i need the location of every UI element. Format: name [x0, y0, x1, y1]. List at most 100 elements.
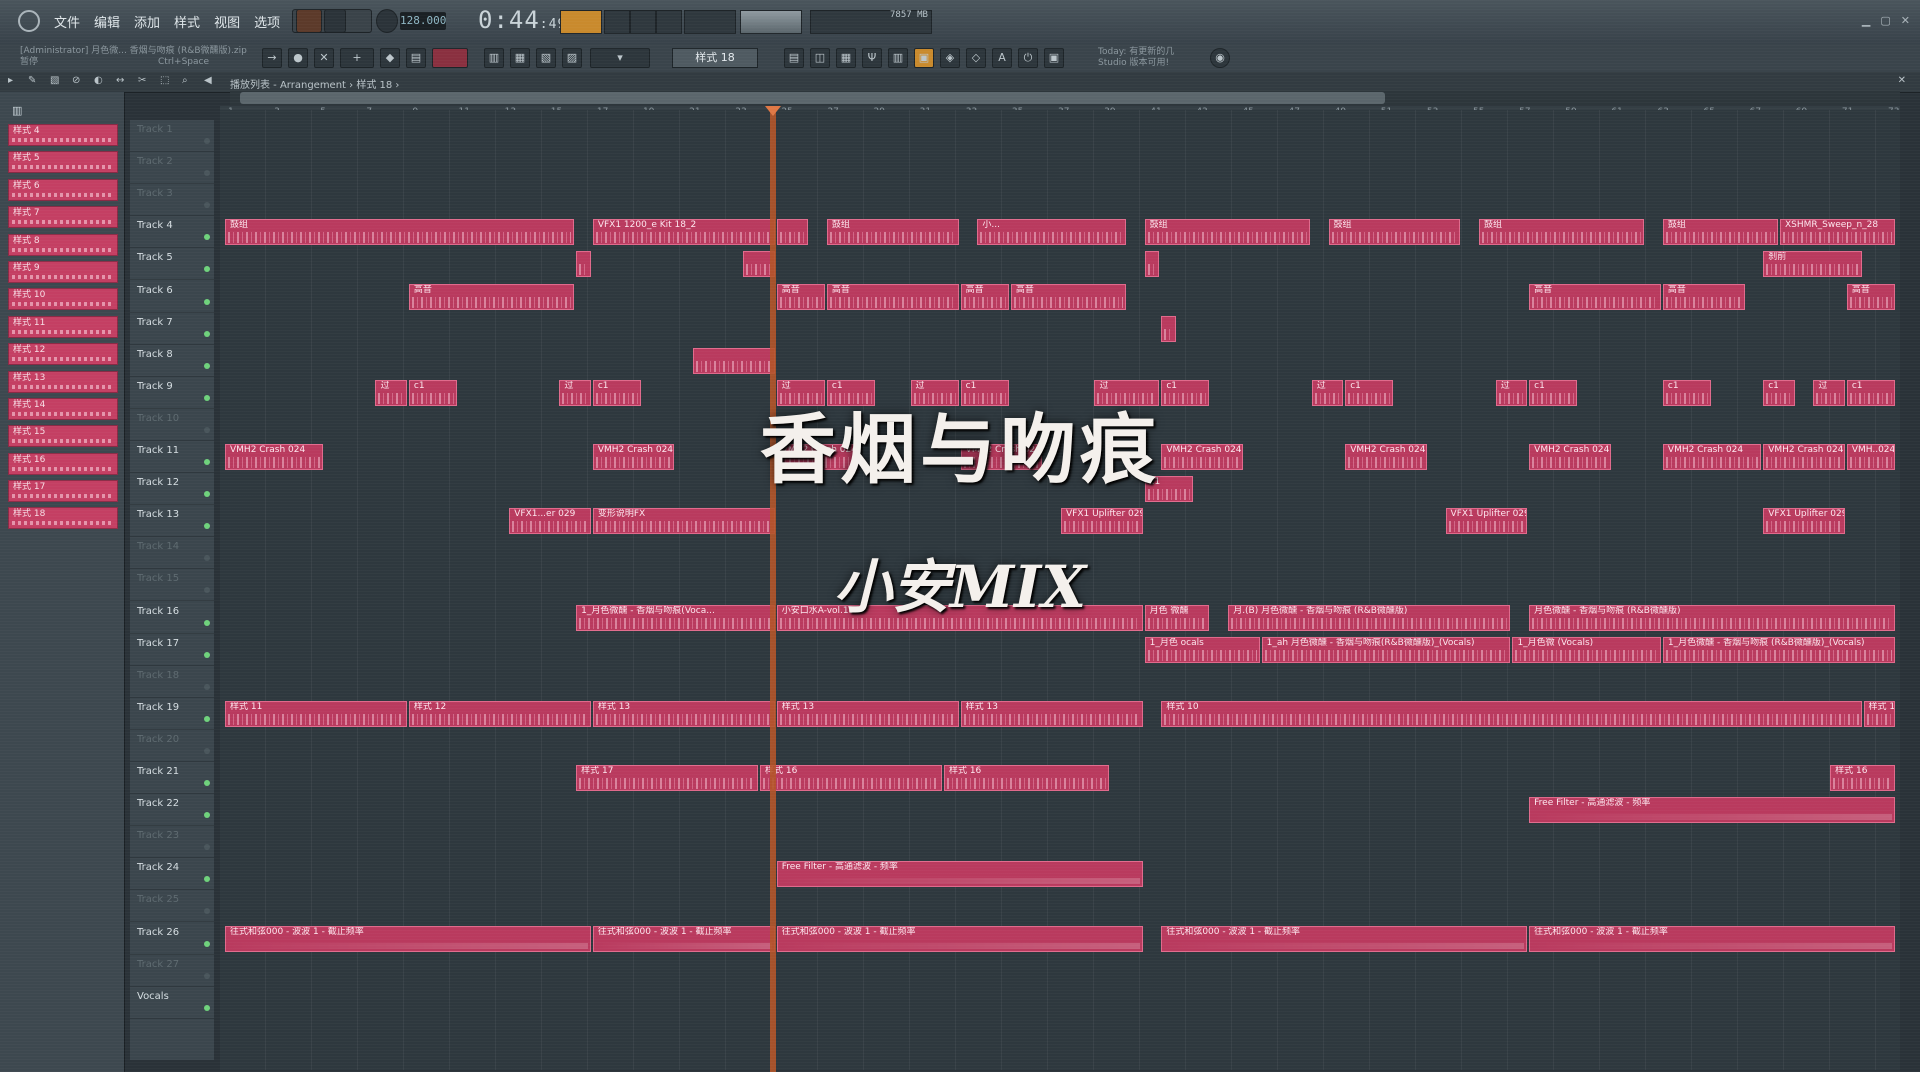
app-logo-icon[interactable] — [18, 10, 40, 32]
track-header[interactable]: Track 2 — [130, 152, 214, 185]
playlist-clip[interactable]: 样式 13 — [776, 700, 959, 727]
playlist-clip[interactable]: 鼓组 — [225, 219, 575, 246]
track-header[interactable]: Track 11 — [130, 441, 214, 473]
menu-file[interactable]: 文件 — [52, 12, 82, 31]
step-edit-button[interactable] — [604, 10, 630, 34]
playlist-clip[interactable]: 样式 13 — [592, 700, 775, 727]
track-mute-led-icon[interactable] — [204, 202, 210, 209]
playlist-clip[interactable]: 样式 16 — [760, 765, 942, 791]
playlist-clip[interactable]: VFX1 Uplifter 029 — [1061, 508, 1143, 535]
track-mute-led-icon[interactable] — [204, 138, 210, 144]
cut-icon[interactable]: ✕ — [314, 48, 334, 68]
track-header[interactable]: Track 6 — [130, 281, 214, 313]
track-header[interactable]: Track 24 — [130, 858, 214, 891]
playlist-clip[interactable]: 刹前 — [1763, 251, 1862, 278]
playback-tool-icon[interactable]: ◀ — [204, 75, 212, 86]
plugin-icon[interactable]: ◈ — [940, 48, 960, 68]
track-header[interactable]: Track 22 — [130, 794, 214, 827]
pattern-item[interactable]: 样式 6 — [8, 178, 118, 201]
track-mute-led-icon[interactable] — [204, 170, 210, 177]
playlist-clip[interactable]: 往式和弦000 - 波波 1 - 截止频率 — [592, 925, 775, 952]
draw-tool-icon[interactable]: ✎ — [28, 75, 36, 86]
save-icon[interactable]: ▣ — [1044, 48, 1064, 68]
playlist-clip[interactable]: VMH2 Crash 024 — [592, 444, 675, 470]
add-icon[interactable]: + — [340, 48, 374, 68]
eq-icon[interactable]: Ψ — [862, 48, 882, 68]
playlist-clip[interactable]: 高音 — [1846, 283, 1895, 310]
record-button[interactable] — [376, 9, 398, 33]
pattern-item[interactable]: 样式 4 — [8, 124, 118, 146]
playlist-clip[interactable]: 高音 — [408, 283, 575, 310]
playlist-clip[interactable]: Free Filter - 高通滤波 - 频率 — [1529, 797, 1895, 824]
track-header[interactable]: Track 8 — [130, 345, 214, 377]
text-icon[interactable]: A — [992, 48, 1012, 68]
track-mute-led-icon[interactable] — [204, 491, 210, 498]
playlist-clip[interactable]: c1 — [1763, 379, 1795, 406]
track-header[interactable]: Track 12 — [130, 473, 214, 506]
track-header[interactable]: Track 16 — [130, 602, 214, 634]
playlist-clip[interactable]: 月色 微醺 — [1144, 604, 1210, 631]
playlist-clip[interactable]: 小... — [977, 219, 1126, 246]
track-header[interactable]: Track 17 — [130, 634, 214, 666]
browser-icon[interactable]: ▥ — [484, 48, 504, 68]
playlist-clip[interactable]: VMH2 Crash 024 — [1662, 444, 1762, 470]
snap-icon[interactable]: ◆ — [380, 48, 400, 68]
zoom-tool-icon[interactable]: ⌕ — [182, 75, 188, 86]
stop-button[interactable] — [324, 9, 346, 33]
playlist-clip[interactable]: c1 — [1345, 379, 1394, 406]
track-mute-led-icon[interactable] — [204, 266, 210, 273]
metronome-button[interactable] — [656, 10, 682, 34]
pattern-item[interactable]: 样式 10 — [8, 288, 118, 311]
playlist-clip[interactable]: 变形说明FX — [592, 508, 775, 535]
track-mute-led-icon[interactable] — [204, 234, 210, 241]
pattern-item[interactable]: 样式 7 — [8, 206, 118, 229]
track-mute-led-icon[interactable] — [204, 747, 210, 754]
track-header[interactable]: Track 3 — [130, 184, 214, 217]
rec-filter-icon[interactable] — [432, 48, 468, 68]
playlist-clip[interactable]: 鼓组 — [1662, 219, 1778, 246]
playlist-close-icon[interactable]: ✕ — [1898, 75, 1906, 86]
playlist-clip[interactable]: 过 — [1495, 379, 1528, 406]
pattern-item[interactable]: 样式 15 — [8, 425, 118, 448]
picker-toggle-icon[interactable]: ▥ — [12, 104, 22, 117]
playlist-clip[interactable]: 鼓组 — [1328, 219, 1461, 246]
track-header[interactable]: Track 25 — [130, 890, 214, 923]
playlist-clip[interactable]: 往式和弦000 - 波波 1 - 截止频率 — [225, 925, 591, 952]
playlist-clip[interactable] — [693, 347, 775, 374]
playlist-clip[interactable]: 过 — [559, 379, 591, 406]
track-header[interactable]: Track 14 — [130, 537, 214, 570]
playlist-clip[interactable]: 高音 — [960, 283, 1009, 310]
playlist-clip[interactable]: 月.(B) 月色微醺 - 香烟与吻痕 (R&B微醺版) — [1228, 604, 1511, 631]
playlist-clip[interactable]: c1 — [1662, 379, 1712, 406]
arrow-right-icon[interactable]: → — [262, 48, 282, 68]
minimize-icon[interactable]: ▁ — [1862, 14, 1870, 27]
playlist-clip[interactable]: 1_月色微 (Vocals) — [1512, 636, 1661, 663]
track-header[interactable]: Track 7 — [130, 313, 214, 345]
menu-edit[interactable]: 编辑 — [92, 12, 122, 31]
loop-record-button[interactable] — [630, 10, 656, 34]
pattern-item[interactable]: 样式 17 — [8, 480, 118, 503]
paint-tool-icon[interactable]: ▧ — [50, 75, 59, 86]
track-header[interactable]: Track 21 — [130, 762, 214, 794]
pattern-item[interactable]: 样式 18 — [8, 507, 118, 530]
pattern-song-toggle[interactable] — [560, 10, 602, 34]
song-time-display[interactable]: 0:44:49 — [478, 6, 566, 34]
playlist-clip[interactable]: 鼓组 — [1479, 219, 1645, 246]
pattern-item[interactable]: 样式 16 — [8, 452, 118, 475]
track-mute-led-icon[interactable] — [204, 683, 210, 690]
bars-icon[interactable]: ▥ — [888, 48, 908, 68]
slip-tool-icon[interactable]: ↔ — [116, 75, 124, 86]
track-mute-led-icon[interactable] — [204, 1004, 210, 1011]
mic-icon[interactable]: ● — [288, 48, 308, 68]
playlist-clip[interactable]: 样式 10 — [1161, 700, 1862, 727]
track-header[interactable]: Track 20 — [130, 730, 214, 762]
track-header[interactable]: Track 9 — [130, 377, 214, 409]
magnet-icon[interactable]: ▤ — [406, 48, 426, 68]
playlist-clip[interactable]: VMH2 Crash 024 — [1529, 444, 1611, 470]
track-header[interactable]: Track 15 — [130, 569, 214, 602]
pattern-item[interactable]: 样式 12 — [8, 343, 118, 366]
track-mute-led-icon[interactable] — [204, 619, 210, 626]
track-mute-led-icon[interactable] — [204, 908, 210, 915]
slice-tool-icon[interactable]: ✂ — [138, 75, 146, 86]
pattern-selector[interactable]: 样式 18 — [672, 48, 758, 68]
